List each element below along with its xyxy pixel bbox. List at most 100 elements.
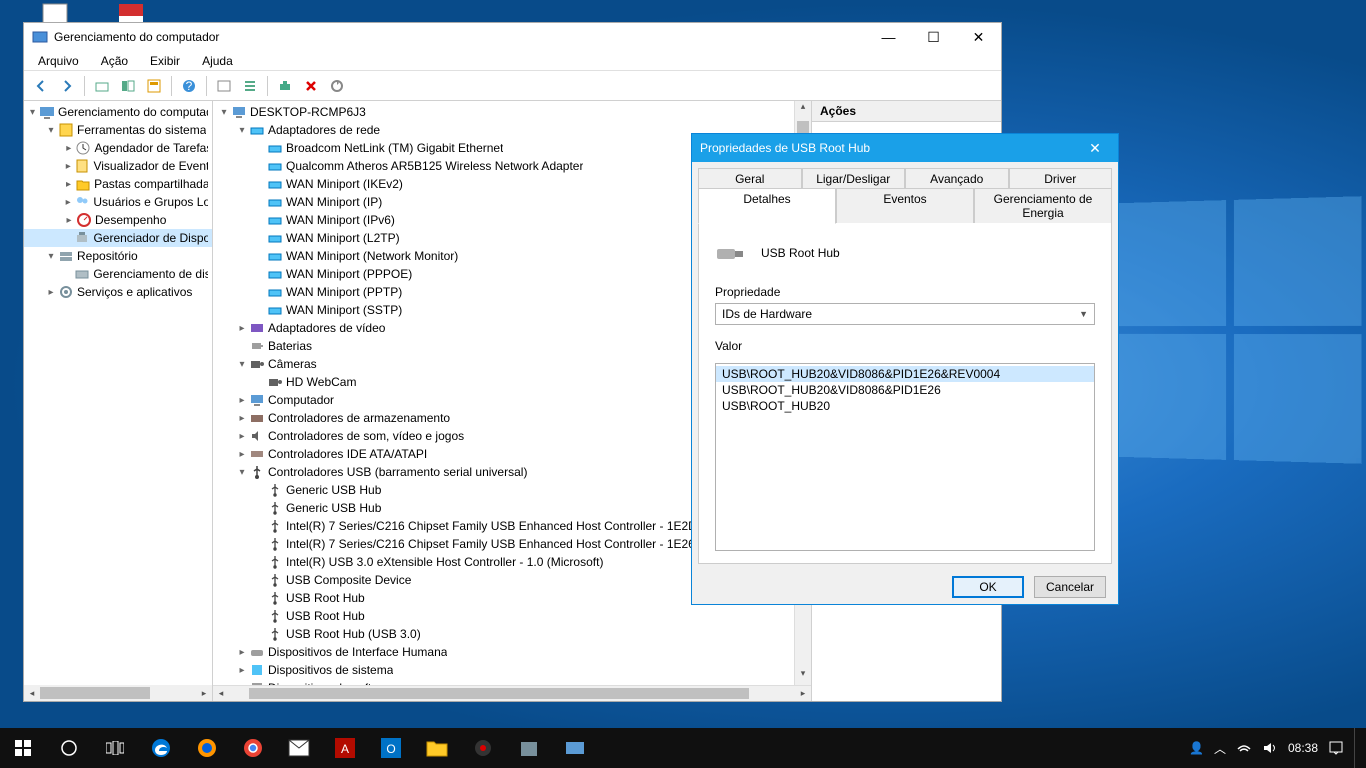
chevron-icon[interactable] [235,413,249,424]
close-button[interactable]: ✕ [956,23,1001,51]
property-combo[interactable]: IDs de Hardware ▼ [715,303,1095,325]
cortana-button[interactable] [46,728,92,768]
chevron-icon[interactable] [44,251,58,262]
tree-item-label: Controladores de som, vídeo e jogos [268,429,464,443]
tab-gerenciamento-de-energia[interactable]: Gerenciamento de Energia [974,188,1112,224]
tree-item[interactable]: Agendador de Tarefas [24,139,212,157]
tab-eventos[interactable]: Eventos [836,188,974,224]
tree-item[interactable]: Dispositivos de sistema [213,661,811,679]
tree-item[interactable]: Usuários e Grupos Loca [24,193,212,211]
chevron-icon[interactable] [235,431,249,442]
chevron-icon[interactable] [62,179,75,190]
taskbar-app-outlook[interactable]: O [368,728,414,768]
tree-item[interactable]: Desempenho [24,211,212,229]
hid-icon [249,644,265,660]
chevron-icon[interactable] [62,197,74,208]
chevron-icon[interactable] [235,125,249,136]
taskbar-app-mmc[interactable] [552,728,598,768]
chevron-icon[interactable] [62,215,76,226]
mmc-left-pane[interactable]: Gerenciamento do computadoFerramentas do… [24,101,213,701]
tab-avan-ado[interactable]: Avançado [905,168,1009,189]
taskbar-app-mail[interactable] [276,728,322,768]
taskbar-app-firefox[interactable] [184,728,230,768]
mmc-titlebar[interactable]: Gerenciamento do computador — ☐ ✕ [24,23,1001,51]
uninstall-button[interactable] [300,75,322,97]
tab-geral[interactable]: Geral [698,168,802,189]
tray-clock[interactable]: 08:38 [1288,741,1318,755]
tree-item[interactable]: Repositório [24,247,212,265]
minimize-button[interactable]: — [866,23,911,51]
chevron-icon[interactable] [235,665,249,676]
taskbar-app-6[interactable] [506,728,552,768]
tree-item[interactable]: Visualizador de Eventos [24,157,212,175]
back-button[interactable] [30,75,52,97]
dialog-titlebar[interactable]: Propriedades de USB Root Hub ✕ [692,134,1118,162]
taskbar-app-chrome[interactable] [230,728,276,768]
tab-driver[interactable]: Driver [1009,168,1113,189]
properties-button[interactable] [143,75,165,97]
up-button[interactable] [91,75,113,97]
tree-item[interactable]: DESKTOP-RCMP6J3 [213,103,811,121]
tray-wifi-icon[interactable] [1236,741,1252,755]
tray-volume-icon[interactable] [1262,741,1278,755]
scan-hardware-button[interactable] [274,75,296,97]
chevron-icon[interactable] [217,107,231,118]
chevron-icon[interactable] [235,647,249,658]
tab-detalhes[interactable]: Detalhes [698,188,836,224]
menu-ajuda[interactable]: Ajuda [198,53,237,69]
taskbar-app-acrobat[interactable]: A [322,728,368,768]
hardware-id-item[interactable]: USB\ROOT_HUB20&VID8086&PID1E26&REV0004 [716,366,1094,382]
chevron-icon[interactable] [235,449,249,460]
chevron-icon[interactable] [235,467,249,478]
tree-item[interactable]: Gerenciamento de disco [24,265,212,283]
taskbar-app-explorer[interactable] [414,728,460,768]
taskbar-app-5[interactable] [460,728,506,768]
menu-arquivo[interactable]: Arquivo [34,53,83,69]
tray-notifications-icon[interactable] [1328,740,1344,756]
chevron-icon[interactable] [44,287,58,298]
show-hide-tree-button[interactable] [117,75,139,97]
hardware-id-item[interactable]: USB\ROOT_HUB20 [716,398,1094,414]
tree-item[interactable]: Serviços e aplicativos [24,283,212,301]
forward-button[interactable] [56,75,78,97]
video-icon [249,320,265,336]
tray-chevron-up-icon[interactable]: ︿ [1214,740,1226,757]
taskbar-app-edge[interactable] [138,728,184,768]
value-listbox[interactable]: USB\ROOT_HUB20&VID8086&PID1E26&REV0004US… [715,363,1095,551]
view-icons-button[interactable] [213,75,235,97]
hardware-id-item[interactable]: USB\ROOT_HUB20&VID8086&PID1E26 [716,382,1094,398]
usbd-icon [267,626,283,642]
tray-people-icon[interactable]: 👤 [1189,741,1204,755]
chevron-icon[interactable] [44,125,58,136]
chevron-icon[interactable] [235,395,249,406]
maximize-button[interactable]: ☐ [911,23,956,51]
show-desktop-button[interactable] [1354,728,1360,768]
chevron-icon[interactable] [62,143,75,154]
menu-exibir[interactable]: Exibir [146,53,184,69]
start-button[interactable] [0,728,46,768]
tree-item[interactable]: Gerenciador de Disposit [24,229,212,247]
update-driver-button[interactable] [326,75,348,97]
taskview-button[interactable] [92,728,138,768]
dialog-close-button[interactable]: ✕ [1080,140,1110,157]
tree-item[interactable]: Pastas compartilhadas [24,175,212,193]
tree-item-label: Adaptadores de vídeo [268,321,385,335]
tree-item[interactable]: Gerenciamento do computado [24,103,212,121]
mid-hscroll[interactable]: ◂▸ [213,685,811,701]
help-button[interactable]: ? [178,75,200,97]
tree-item[interactable]: Ferramentas do sistema [24,121,212,139]
cancel-button[interactable]: Cancelar [1034,576,1106,598]
ok-button[interactable]: OK [952,576,1024,598]
chevron-icon[interactable] [235,359,249,370]
chevron-icon[interactable] [62,161,74,172]
tree-item[interactable]: USB Root Hub (USB 3.0) [213,625,811,643]
menu-ação[interactable]: Ação [97,53,132,69]
tree-item[interactable]: Dispositivos de Interface Humana [213,643,811,661]
chevron-icon[interactable] [26,107,39,118]
left-hscroll[interactable]: ◂▸ [24,685,212,701]
tree-item[interactable]: USB Root Hub [213,607,811,625]
disk-icon [74,266,90,282]
tab-ligar-desligar[interactable]: Ligar/Desligar [802,168,906,189]
chevron-icon[interactable] [235,323,249,334]
view-list-button[interactable] [239,75,261,97]
